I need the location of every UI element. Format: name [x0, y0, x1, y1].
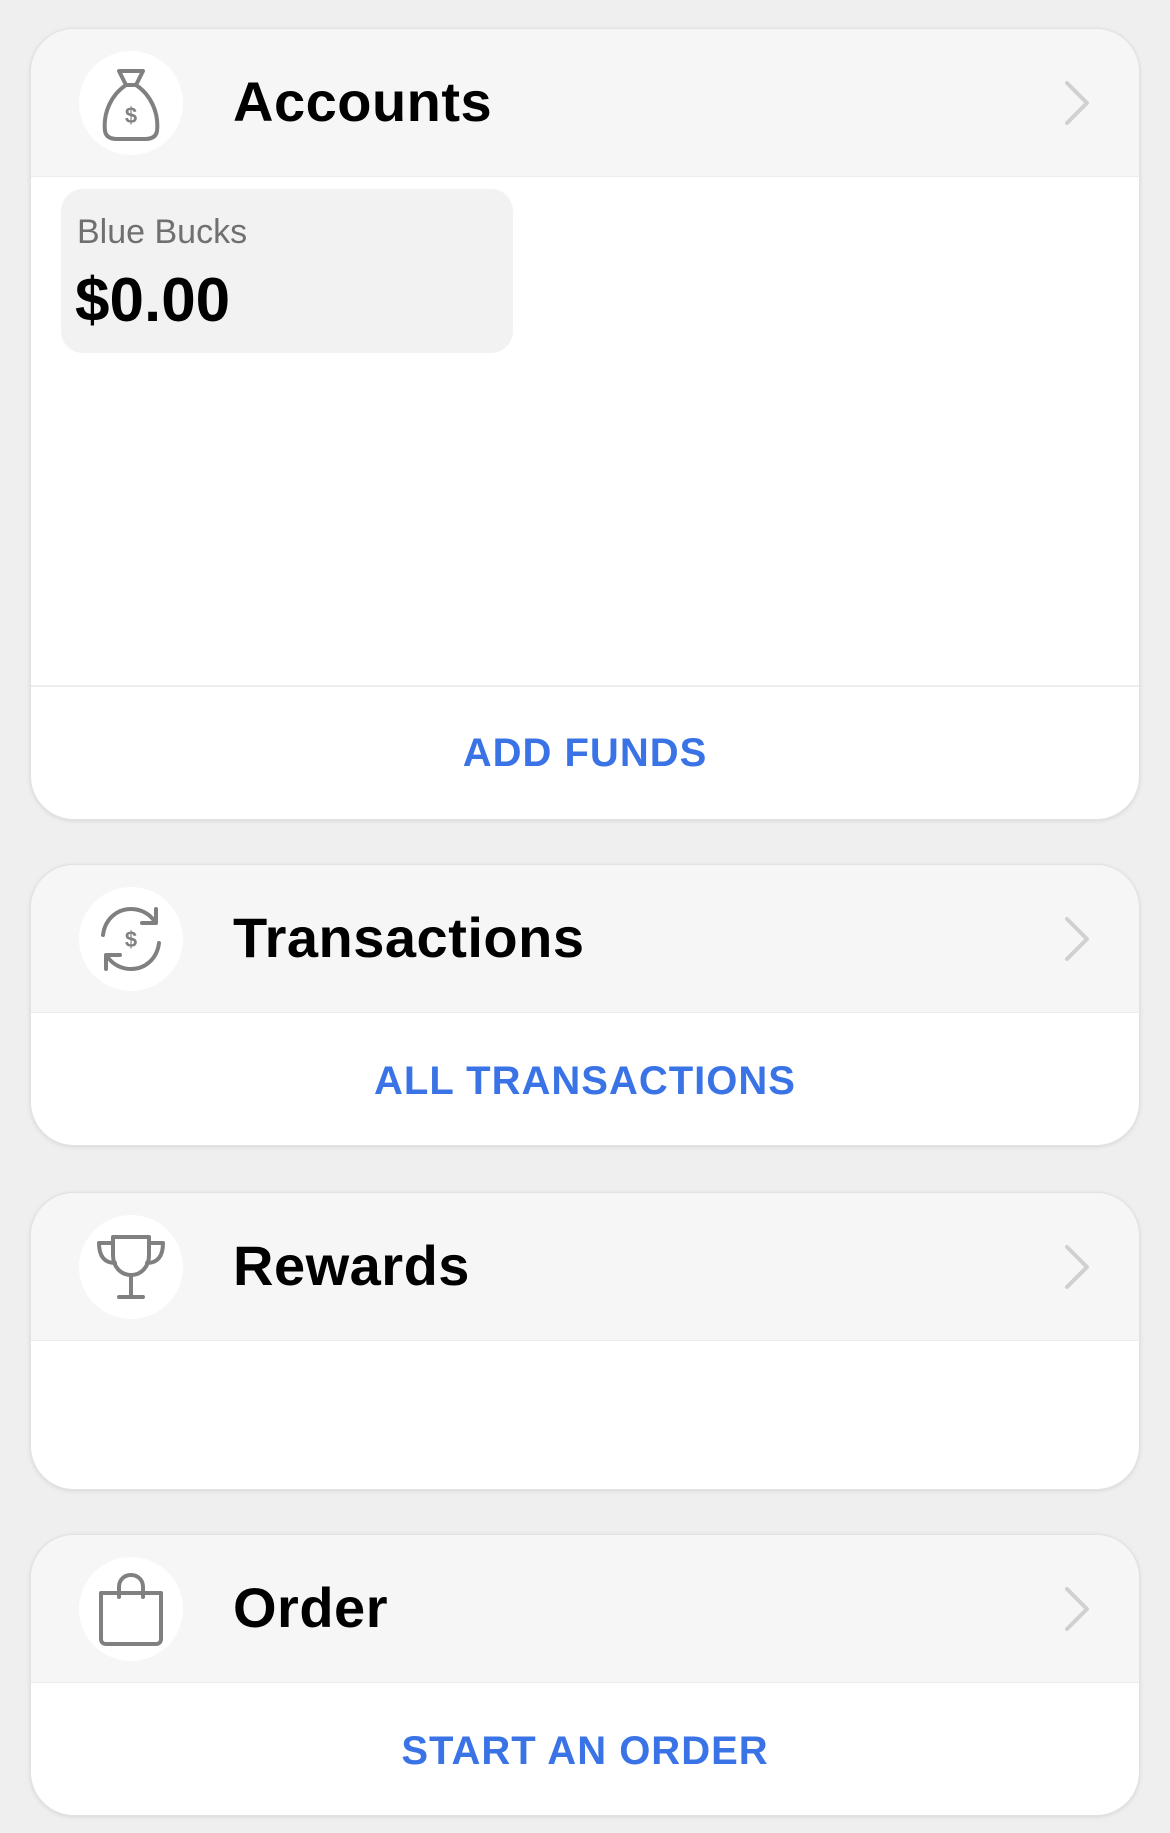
rewards-title: Rewards: [233, 1234, 470, 1297]
accounts-card: $ Accounts Blue Bucks $0.00 ADD FUNDS: [30, 28, 1140, 820]
transactions-header[interactable]: $ Transactions: [31, 865, 1139, 1013]
order-header[interactable]: Order: [31, 1535, 1139, 1683]
rewards-header[interactable]: Rewards: [31, 1193, 1139, 1341]
accounts-icon-circle: $: [79, 51, 183, 155]
account-name: Blue Bucks: [77, 213, 248, 251]
order-title: Order: [233, 1576, 388, 1639]
transactions-icon-circle: $: [79, 887, 183, 991]
refresh-dollar-icon: $: [101, 907, 161, 971]
all-transactions-button[interactable]: ALL TRANSACTIONS: [31, 1059, 1139, 1104]
accounts-title: Accounts: [233, 70, 493, 133]
transactions-card: $ Transactions ALL TRANSACTIONS: [30, 864, 1140, 1146]
chevron-right-icon: [1065, 917, 1089, 961]
add-funds-button[interactable]: ADD FUNDS: [31, 731, 1139, 776]
chevron-right-icon: [1065, 81, 1089, 125]
svg-text:$: $: [125, 927, 137, 952]
accounts-header[interactable]: $ Accounts: [31, 29, 1139, 177]
order-card: Order START AN ORDER: [30, 1534, 1140, 1816]
trophy-icon: [97, 1235, 165, 1299]
rewards-card: Rewards: [30, 1192, 1140, 1490]
money-bag-icon: $: [102, 69, 160, 141]
rewards-icon-circle: [79, 1215, 183, 1319]
account-balance: $0.00: [75, 266, 231, 335]
transactions-title: Transactions: [233, 906, 585, 969]
start-order-button[interactable]: START AN ORDER: [31, 1729, 1139, 1774]
shopping-bag-icon: [99, 1573, 163, 1646]
chevron-right-icon: [1065, 1587, 1089, 1631]
svg-text:$: $: [125, 103, 137, 128]
chevron-right-icon: [1065, 1245, 1089, 1289]
accounts-divider: [31, 685, 1139, 687]
order-icon-circle: [79, 1557, 183, 1661]
account-balance-tile[interactable]: Blue Bucks $0.00: [61, 189, 513, 353]
